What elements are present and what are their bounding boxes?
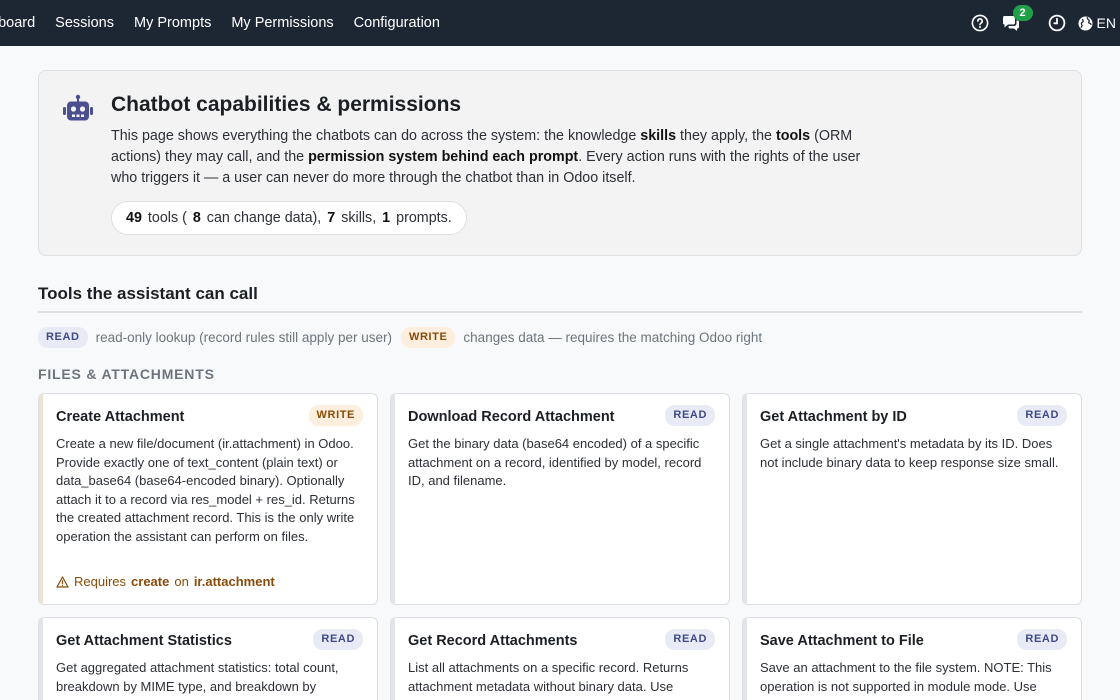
nav-link-my-prompts[interactable]: My Prompts [134, 15, 211, 31]
read-badge: READ [38, 327, 88, 348]
read-badge: READ [665, 629, 715, 650]
changing-tools-count: 8 [192, 210, 201, 226]
tool-card-title: Get Attachment by ID [760, 409, 907, 425]
top-navbar: hboard Sessions My Prompts My Permission… [0, 0, 1120, 46]
tool-card-description: Save an attachment to the file system. N… [760, 660, 1052, 694]
chat-icon[interactable]: 2 [1001, 5, 1033, 32]
write-badge: WRITE [400, 327, 456, 348]
page-title: Chatbot capabilities & permissions [111, 93, 462, 116]
nav-link-dashboard[interactable]: hboard [0, 15, 35, 31]
read-badge: READ [1017, 405, 1067, 426]
tool-card[interactable]: Get Record Attachments READ List all att… [390, 617, 730, 700]
category-heading: FILES & ATTACHMENTS [38, 366, 215, 382]
tools-count: 49 [126, 210, 142, 226]
tool-card-title: Save Attachment to File [760, 633, 924, 649]
read-badge: READ [313, 629, 363, 650]
tool-card[interactable]: Get Attachment Statistics READ Get aggre… [38, 617, 378, 700]
tool-card[interactable]: Download Record Attachment READ Get the … [390, 393, 730, 605]
language-selector[interactable]: EN [1078, 15, 1116, 31]
section-divider [38, 311, 1082, 313]
warning-icon [56, 575, 69, 588]
page-description: This page shows everything the chatbots … [111, 128, 861, 186]
tool-card-title: Create Attachment [56, 409, 185, 425]
globe-icon [1078, 16, 1093, 30]
nav-link-configuration[interactable]: Configuration [354, 15, 440, 31]
required-permission: Requires create on ir.attachment [56, 574, 280, 589]
read-legend-text: read-only lookup (record rules still app… [95, 330, 392, 345]
help-icon[interactable] [971, 14, 989, 32]
tool-card-description: Get a single attachment's metadata by it… [760, 436, 1059, 470]
tool-card[interactable]: Create Attachment WRITE Create a new fil… [38, 393, 378, 605]
tool-card-description: Get the binary data (base64 encoded) of … [408, 436, 702, 488]
skills-count: 7 [327, 210, 336, 226]
required-model: ir.attachment [193, 574, 275, 589]
write-badge: WRITE [308, 405, 363, 426]
tool-card-title: Get Attachment Statistics [56, 633, 232, 649]
capabilities-summary-pill: 49 tools ( 8 can change data), 7 skills,… [111, 201, 467, 235]
read-badge: READ [1017, 629, 1067, 650]
tool-card[interactable]: Get Attachment by ID READ Get a single a… [742, 393, 1082, 605]
clock-icon[interactable] [1048, 14, 1066, 32]
robot-icon [63, 94, 93, 127]
read-badge: READ [665, 405, 715, 426]
tool-card-description: Get aggregated attachment statistics: to… [56, 660, 339, 694]
tool-card-description: Create a new file/document (ir.attachmen… [56, 436, 355, 544]
write-legend-text: changes data — requires the matching Odo… [463, 330, 763, 345]
tool-card-description: List all attachments on a specific recor… [408, 660, 689, 694]
tool-card-title: Get Record Attachments [408, 633, 578, 649]
tool-card[interactable]: Save Attachment to File READ Save an att… [742, 617, 1082, 700]
nav-link-sessions[interactable]: Sessions [55, 15, 114, 31]
language-code: EN [1096, 15, 1116, 31]
tool-card-title: Download Record Attachment [408, 409, 615, 425]
chat-count-badge: 2 [1012, 5, 1033, 21]
prompts-count: 1 [382, 210, 391, 226]
nav-right-tools: 2 EN [971, 0, 1120, 46]
nav-link-my-permissions[interactable]: My Permissions [231, 15, 333, 31]
required-right: create [131, 574, 170, 589]
nav-links: hboard Sessions My Prompts My Permission… [0, 0, 460, 46]
badge-legend: READ read-only lookup (record rules stil… [38, 327, 771, 348]
capabilities-hero-panel: Chatbot capabilities & permissions This … [38, 70, 1082, 256]
tools-section-title: Tools the assistant can call [38, 284, 258, 303]
